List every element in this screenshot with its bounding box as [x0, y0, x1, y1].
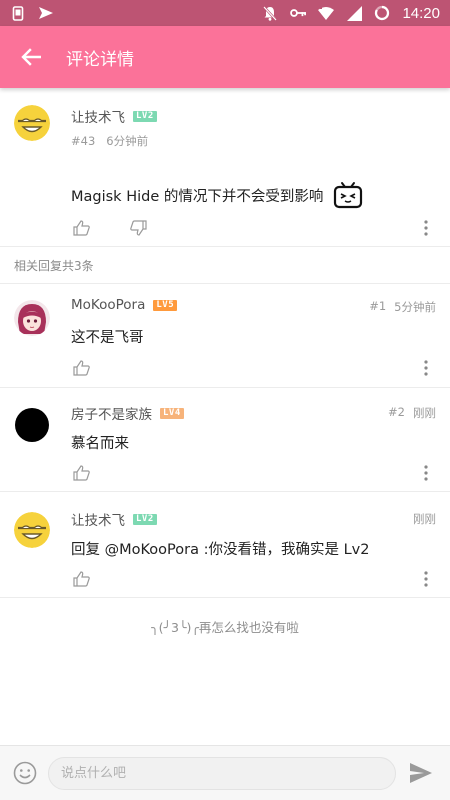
like-button[interactable] — [71, 218, 91, 238]
avatar[interactable] — [14, 105, 50, 141]
reply-item: 房子不是家族 LV4 #2 刚刚 慕名而来 — [0, 388, 450, 492]
thumbs-up-icon — [72, 360, 90, 376]
replies-count-label: 相关回复共3条 — [0, 247, 450, 284]
username[interactable]: MoKooPora LV5 — [71, 297, 178, 313]
thumbs-up-icon — [72, 220, 90, 236]
comment-time: 6分钟前 — [106, 134, 149, 148]
thumbs-down-icon — [129, 220, 147, 236]
bell-off-icon — [262, 5, 278, 21]
username[interactable]: 让技术飞 LV2 — [71, 509, 157, 529]
smiley-icon — [13, 761, 37, 785]
like-button[interactable] — [71, 358, 91, 378]
arrow-left-icon — [21, 48, 41, 66]
page-title: 评论详情 — [66, 49, 134, 70]
avatar[interactable] — [14, 407, 50, 443]
bilibili-tv-icon — [333, 181, 363, 209]
comment-meta: #43 6分钟前 — [71, 133, 148, 149]
more-options-button[interactable] — [416, 358, 436, 378]
comment-input-bar — [0, 745, 450, 800]
comment-detail-content: 让技术飞 LV2 #43 6分钟前 Magisk Hide 的情况下并不会受到影… — [0, 88, 450, 745]
comment-text: 回复 @MoKooPora :你没看错，我确实是 Lv2 — [71, 542, 370, 558]
level-badge: LV5 — [153, 299, 178, 311]
more-vertical-icon — [424, 220, 428, 236]
comment-text: 慕名而来 — [71, 436, 129, 452]
reply-item: 让技术飞 LV2 刚刚 回复 @MoKooPora :你没看错，我确实是 Lv2 — [0, 492, 450, 598]
reply-meta: 刚刚 — [405, 511, 436, 527]
floor-number: #43 — [71, 134, 96, 148]
send-icon — [38, 5, 54, 21]
no-more-replies-note: ╮(╯3╰)╭再怎么找也没有啦 — [151, 619, 299, 635]
level-badge: LV2 — [133, 513, 157, 525]
comment-text-body: Magisk Hide 的情况下并不会受到影响 — [71, 188, 324, 205]
like-button[interactable] — [71, 569, 91, 589]
username[interactable]: 让技术飞 LV2 — [71, 106, 157, 126]
more-vertical-icon — [424, 571, 428, 587]
comment-text: Magisk Hide 的情况下并不会受到影响 — [71, 181, 363, 209]
floor-number: #2 — [388, 405, 405, 419]
avatar[interactable] — [14, 512, 50, 548]
status-bar: 14:20 — [0, 0, 450, 26]
reply-meta: #2 刚刚 — [388, 405, 436, 421]
comment-time: 5分钟前 — [394, 300, 436, 314]
more-vertical-icon — [424, 360, 428, 376]
battery-icon — [374, 5, 390, 21]
more-vertical-icon — [424, 465, 428, 481]
wifi-icon — [318, 5, 335, 21]
reply-item: MoKooPora LV5 #1 5分钟前 这不是飞哥 — [0, 284, 450, 388]
comment-time: 刚刚 — [413, 406, 436, 420]
level-badge: LV4 — [160, 407, 184, 419]
reply-meta: #1 5分钟前 — [369, 299, 436, 315]
cellular-icon — [346, 5, 362, 21]
dislike-button[interactable] — [128, 218, 148, 238]
emoji-button[interactable] — [10, 758, 40, 788]
more-options-button[interactable] — [416, 569, 436, 589]
comment-input[interactable] — [48, 756, 396, 790]
username-text: 房子不是家族 — [71, 407, 152, 423]
username-text: 让技术飞 — [71, 110, 125, 126]
back-button[interactable] — [0, 26, 62, 88]
main-comment: 让技术飞 LV2 #43 6分钟前 Magisk Hide 的情况下并不会受到影… — [0, 88, 450, 247]
app-bar: 评论详情 — [0, 26, 450, 88]
username-text: MoKooPora — [71, 297, 146, 313]
thumbs-up-icon — [72, 465, 90, 481]
comment-text: 这不是飞哥 — [71, 330, 144, 346]
thumbs-up-icon — [72, 571, 90, 587]
phone-icon — [10, 5, 26, 21]
comment-time: 刚刚 — [413, 512, 436, 526]
status-time: 14:20 — [402, 4, 440, 22]
floor-number: #1 — [369, 299, 387, 313]
send-icon — [410, 763, 432, 783]
more-options-button[interactable] — [416, 218, 436, 238]
key-icon — [290, 5, 307, 21]
like-button[interactable] — [71, 463, 91, 483]
more-options-button[interactable] — [416, 463, 436, 483]
send-button[interactable] — [406, 758, 436, 788]
level-badge: LV2 — [133, 110, 157, 122]
username[interactable]: 房子不是家族 LV4 — [71, 403, 184, 423]
username-text: 让技术飞 — [71, 513, 125, 529]
avatar[interactable] — [14, 300, 50, 336]
